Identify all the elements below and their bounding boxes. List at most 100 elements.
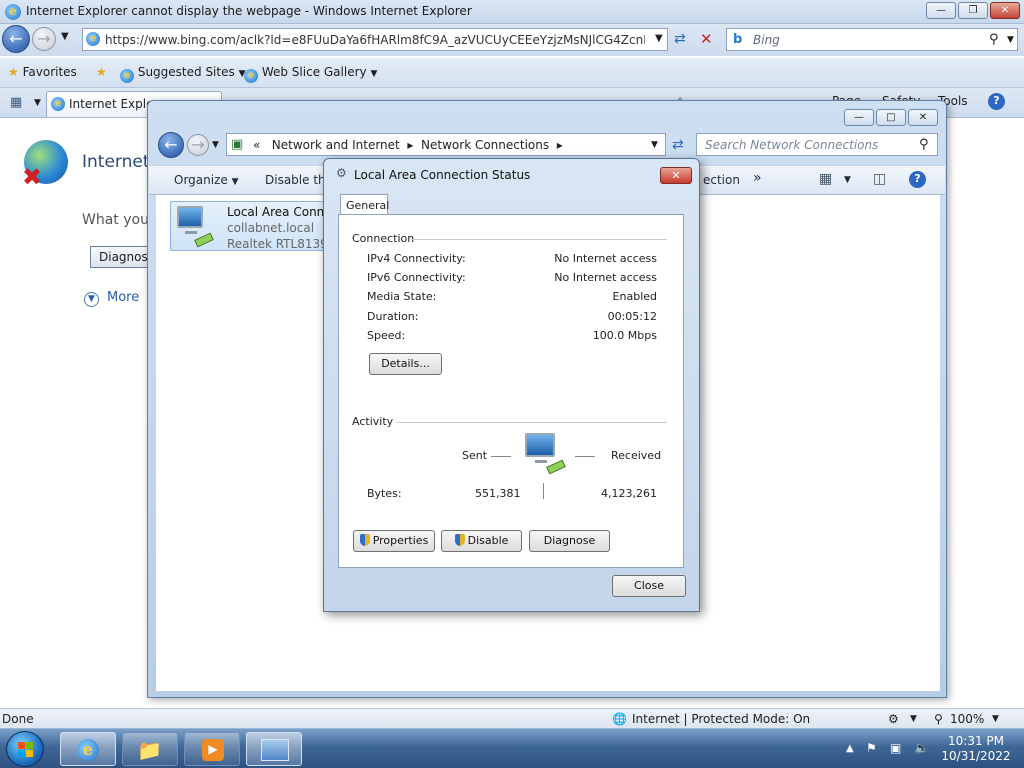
ipv4-value: No Internet access: [554, 252, 657, 265]
nc-search-icon[interactable]: ⚲: [919, 137, 929, 152]
activity-section-label: Activity: [352, 415, 394, 428]
media-state-value: Enabled: [612, 290, 657, 303]
bytes-received-value: 4,123,261: [601, 487, 657, 500]
restore-button[interactable]: ❐: [958, 2, 988, 19]
show-hidden-icons[interactable]: ▲: [846, 743, 854, 754]
shield-icon: [359, 534, 370, 546]
taskbar-explorer-button[interactable]: 📁: [122, 732, 178, 766]
shield-icon: [454, 534, 465, 546]
tab-general[interactable]: General: [340, 194, 389, 215]
breadcrumb-network-connections[interactable]: Network Connections: [421, 138, 549, 152]
suggested-sites-link[interactable]: e Suggested Sites ▼: [120, 65, 245, 83]
forward-button[interactable]: →: [32, 27, 56, 51]
details-button[interactable]: Details...: [369, 353, 442, 375]
minimize-button[interactable]: —: [926, 2, 956, 19]
stop-icon[interactable]: ✕: [700, 30, 713, 48]
more-information-link[interactable]: ▼ More: [84, 290, 139, 307]
diagnose-button[interactable]: Diagnose: [529, 530, 610, 552]
nc-back-button[interactable]: ←: [158, 132, 184, 158]
preview-pane-icon[interactable]: ◫: [873, 171, 886, 187]
connection-name: Local Area Connec: [227, 205, 339, 219]
dialog-close-button[interactable]: ✕: [660, 167, 692, 184]
address-dropdown-icon[interactable]: ▼: [655, 33, 663, 44]
dialog-title: Local Area Connection Status: [354, 168, 531, 182]
speed-value: 100.0 Mbps: [592, 329, 657, 342]
ie-status-bar: Done 🌐 Internet | Protected Mode: On ⚙ ▼…: [0, 708, 1024, 728]
tab-list-icon[interactable]: ▼: [34, 98, 41, 108]
nc-refresh-icon[interactable]: ⇄: [672, 137, 684, 153]
search-dropdown-icon[interactable]: ▼: [1007, 35, 1014, 45]
zoom-level[interactable]: 100%: [950, 712, 984, 726]
action-center-flag-icon[interactable]: ⚑: [866, 741, 877, 755]
breadcrumb-network-internet[interactable]: Network and Internet: [272, 138, 400, 152]
help-icon[interactable]: ?: [988, 93, 1005, 110]
nc-address-dropdown-icon[interactable]: ▼: [651, 140, 658, 150]
connection-command[interactable]: ection: [703, 173, 740, 187]
ipv6-label: IPv6 Connectivity:: [367, 271, 466, 284]
favorites-bar: ★ Favorites ★ e Suggested Sites ▼ e Web …: [0, 58, 1024, 88]
nc-search-placeholder: Search Network Connections: [705, 138, 879, 152]
sent-label: Sent: [462, 449, 488, 462]
properties-button[interactable]: Properties: [353, 530, 435, 552]
error-text: What you: [82, 212, 149, 228]
sent-line: [491, 456, 511, 457]
zoom-dropdown-icon[interactable]: ▼: [992, 714, 999, 724]
bytes-sent-value: 551,381: [475, 487, 521, 500]
ie-address-row: ← → ▼ e https://www.bing.com/aclk?ld=e8F…: [0, 24, 1024, 56]
security-zone-label[interactable]: Internet | Protected Mode: On: [632, 712, 810, 726]
more-commands-chevron[interactable]: »: [753, 170, 762, 186]
change-view-icon[interactable]: ▦: [819, 171, 832, 187]
organize-menu[interactable]: Organize ▼: [174, 173, 239, 187]
connection-network: collabnet.local: [227, 221, 315, 235]
history-dropdown-icon[interactable]: ▼: [61, 31, 69, 42]
volume-icon[interactable]: 🔈: [914, 741, 929, 755]
favorites-star-icon: ★: [8, 65, 19, 79]
bytes-label: Bytes:: [367, 487, 402, 500]
taskbar-network-button[interactable]: [246, 732, 302, 766]
zoom-icon: ⚲: [934, 712, 943, 726]
search-input[interactable]: b Bing ⚲ ▼: [726, 28, 1018, 51]
favorites-button[interactable]: ★ Favorites: [8, 65, 77, 79]
back-button[interactable]: ←: [2, 25, 30, 53]
nc-minimize-button[interactable]: —: [844, 109, 874, 126]
taskbar-ie-button[interactable]: e: [60, 732, 116, 766]
nc-history-dropdown-icon[interactable]: ▼: [212, 140, 219, 150]
disable-button[interactable]: Disable: [441, 530, 522, 552]
nc-address-bar[interactable]: ▣ « Network and Internet ▸ Network Conne…: [226, 133, 666, 156]
address-url[interactable]: https://www.bing.com/aclk?ld=e8FUuDaYa6f…: [105, 33, 645, 47]
error-x-icon: ✖: [22, 163, 43, 191]
dialog-close-action-button[interactable]: Close: [612, 575, 686, 597]
connection-section-label: Connection: [352, 232, 415, 245]
search-icon[interactable]: ⚲: [989, 32, 999, 47]
popup-blocker-icon[interactable]: ⚙: [888, 712, 899, 726]
nc-forward-button[interactable]: →: [187, 134, 209, 156]
refresh-icon[interactable]: ⇄: [674, 31, 686, 47]
close-button[interactable]: ✕: [990, 2, 1020, 19]
nc-maximize-button[interactable]: □: [876, 109, 906, 126]
web-slice-gallery-link[interactable]: e Web Slice Gallery ▼: [244, 65, 377, 83]
ie-taskbar-icon: e: [77, 739, 99, 761]
clock[interactable]: 10:31 PM 10/31/2022: [936, 734, 1016, 764]
media-state-label: Media State:: [367, 290, 437, 303]
quick-tabs-icon[interactable]: ▦: [10, 95, 22, 110]
network-window-icon: [261, 739, 289, 761]
network-tray-icon[interactable]: ▣: [890, 741, 901, 755]
folder-icon: 📁: [137, 738, 162, 762]
zone-globe-icon: 🌐: [612, 712, 627, 726]
nc-search-input[interactable]: Search Network Connections ⚲: [696, 133, 938, 156]
start-button[interactable]: [6, 731, 44, 767]
nc-close-button[interactable]: ✕: [908, 109, 938, 126]
local-area-connection-item[interactable]: Local Area Connec collabnet.local Realte…: [170, 201, 346, 251]
taskbar-media-player-button[interactable]: ▶: [184, 732, 240, 766]
nc-help-icon[interactable]: ?: [909, 171, 926, 188]
add-favorite-icon[interactable]: ★: [96, 65, 107, 79]
expand-chevron-icon: ▼: [84, 292, 99, 307]
bing-icon: b: [733, 32, 743, 47]
received-label: Received: [611, 449, 662, 462]
view-dropdown-icon[interactable]: ▼: [844, 175, 851, 185]
taskbar: e 📁 ▶ ▲ ⚑ ▣ 🔈 10:31 PM 10/31/2022: [0, 728, 1024, 768]
error-heading: Internet: [82, 152, 150, 172]
popup-dropdown-icon[interactable]: ▼: [910, 714, 917, 724]
address-field[interactable]: e https://www.bing.com/aclk?ld=e8FUuDaYa…: [82, 28, 668, 51]
search-placeholder: Bing: [753, 33, 780, 47]
